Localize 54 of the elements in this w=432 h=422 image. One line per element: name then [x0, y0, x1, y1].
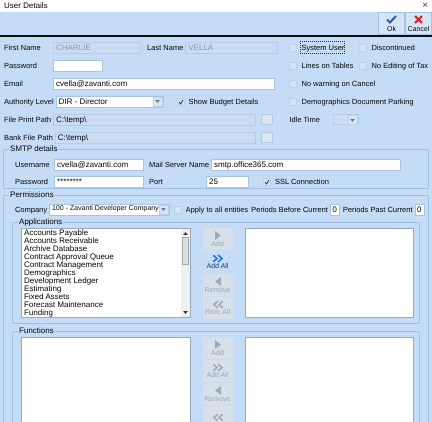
list-item[interactable]: Contract Approval Queue [24, 253, 180, 261]
right-arrow-icon [214, 230, 220, 240]
dropdown-button[interactable] [158, 204, 169, 214]
window-title: User Details [4, 0, 48, 12]
scrollbar[interactable] [180, 229, 190, 317]
right-arrow-icon [214, 340, 220, 348]
left-arrow-icon [214, 276, 220, 286]
browse-button[interactable] [261, 114, 274, 125]
double-left-arrow-icon [212, 300, 222, 308]
list-item[interactable]: Archive Database [24, 245, 180, 253]
text-field[interactable] [53, 60, 103, 72]
list-item[interactable]: Estimating [24, 285, 180, 293]
close-button[interactable]: × [422, 1, 428, 11]
text-field[interactable]: ******** [54, 176, 144, 188]
checkmark-icon [386, 14, 397, 24]
checkmark-icon [178, 98, 184, 104]
group-title: Permissions [9, 190, 55, 200]
text-field[interactable]: 0 [414, 204, 424, 216]
text-field[interactable]: cvella@zavanti.com [54, 158, 144, 170]
group-title: Functions [18, 326, 55, 336]
idle-time-dropdown[interactable] [332, 114, 359, 125]
authority-dropdown[interactable]: DIR - Director [56, 96, 164, 108]
scroll-thumb[interactable] [182, 237, 188, 265]
list-item[interactable]: Contract Management [24, 261, 180, 269]
checkbox[interactable] [263, 178, 271, 186]
caret-icon [161, 208, 166, 211]
text-field[interactable]: cvella@zavanti.com [53, 78, 275, 90]
double-right-arrow-icon [212, 364, 222, 370]
double-right-arrow-icon [212, 254, 222, 262]
text-field[interactable]: C:\temp\ [54, 132, 256, 144]
scroll-down-icon [182, 310, 188, 315]
list-item[interactable]: Development Ledger [24, 277, 180, 285]
double-left-arrow-icon [212, 414, 222, 420]
group-title: Applications [18, 217, 64, 227]
caret-icon [350, 118, 356, 122]
browse-button[interactable] [261, 132, 274, 143]
text-field[interactable]: 0 [330, 204, 340, 216]
text-field[interactable]: 25 [206, 176, 249, 188]
list-item[interactable]: Funding [24, 309, 180, 317]
text-field[interactable]: smtp.office365.com [211, 158, 402, 170]
caret-icon [155, 100, 160, 103]
close-icon [414, 14, 423, 24]
group-title: SMTP details [9, 144, 58, 154]
dropdown-button[interactable] [348, 115, 358, 125]
checkbox[interactable] [176, 98, 185, 106]
left-arrow-icon [214, 386, 220, 394]
dropdown-button[interactable] [152, 96, 163, 106]
list-item[interactable]: Demographics [24, 269, 180, 277]
list-item[interactable]: Accounts Payable [24, 229, 180, 237]
text-field[interactable]: C:\temp\ [53, 114, 256, 126]
list-item[interactable]: Accounts Receivable [24, 237, 180, 245]
checkmark-icon [264, 178, 270, 184]
list-item[interactable]: Forecast Maintenance [24, 301, 180, 309]
list-item[interactable]: Fixed Assets [24, 293, 180, 301]
